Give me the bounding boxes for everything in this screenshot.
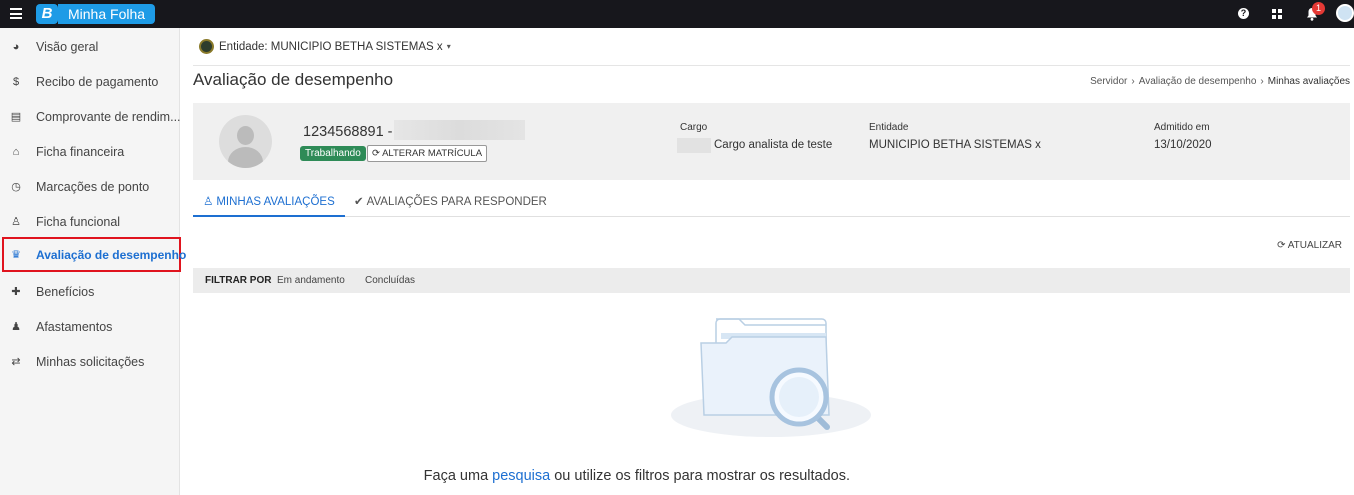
status-badge: Trabalhando <box>300 146 366 161</box>
exchange-icon: ⇄ <box>11 355 21 368</box>
trophy-icon: ♛ <box>11 248 21 261</box>
sidebar-item-afastamentos[interactable]: ♟ Afastamentos <box>0 309 180 344</box>
top-bar: B Minha Folha ? 1 <box>0 0 1354 28</box>
sidebar-item-label: Avaliação de desempenho <box>36 247 187 262</box>
sidebar-item-label: Ficha funcional <box>36 214 121 229</box>
page-title: Avaliação de desempenho <box>193 70 394 89</box>
sidebar-item-label: Minhas solicitações <box>36 354 145 369</box>
profile-card: 1234568891 - Trabalhando ⟳ ALTERAR MATRÍ… <box>193 103 1350 180</box>
sidebar-item-label: Benefícios <box>36 284 95 299</box>
breadcrumb-item[interactable]: Avaliação de desempenho <box>1139 76 1257 87</box>
sidebar-item-label: Afastamentos <box>36 319 113 334</box>
refresh-label: ATUALIZAR <box>1287 240 1342 251</box>
tab-minhas-avaliacoes[interactable]: ♙ MINHAS AVALIAÇÕES <box>193 188 345 217</box>
tabs: ♙ MINHAS AVALIAÇÕES ✔ AVALIAÇÕES PARA RESP… <box>193 188 1350 217</box>
help-icon[interactable]: ? <box>1238 8 1249 19</box>
empty-prefix: Faça uma <box>423 468 493 484</box>
sidebar-item-avaliacao[interactable]: ♛ Avaliação de desempenho <box>2 237 186 272</box>
user-icon: ♙ <box>11 215 21 228</box>
refresh-icon: ⟳ <box>372 148 380 159</box>
document-icon: ▤ <box>10 110 22 123</box>
sidebar-item-ficha-funcional[interactable]: ♙ Ficha funcional <box>0 204 180 239</box>
filter-label: FILTRAR POR <box>205 275 272 286</box>
profile-avatar <box>219 115 272 168</box>
empty-state-message: Faça uma pesquisa ou utilize os filtros … <box>193 468 850 484</box>
sidebar-item-ficha-financeira[interactable]: ⌂ Ficha financeira <box>0 134 180 169</box>
sidebar-item-solicitacoes[interactable]: ⇄ Minhas solicitações <box>0 344 180 379</box>
empty-suffix: ou utilize os filtros para mostrar os re… <box>550 468 850 484</box>
user-x-icon: ♟ <box>11 320 21 333</box>
cargo-value: Cargo analista de teste <box>714 139 833 151</box>
sidebar-item-marcacoes[interactable]: ◷ Marcações de ponto <box>0 169 180 204</box>
refresh-icon: ⟳ <box>1277 240 1286 251</box>
filter-em-andamento[interactable]: Em andamento <box>277 268 345 293</box>
redacted-cargo-code <box>677 138 711 153</box>
sidebar-item-beneficios[interactable]: ✚ Benefícios <box>0 274 180 309</box>
sidebar-item-label: Marcações de ponto <box>36 179 150 194</box>
alter-matricula-label: ALTERAR MATRÍCULA <box>382 148 483 159</box>
entidade-label: Entidade <box>869 122 909 133</box>
user-icon: ♙ <box>203 196 214 208</box>
check-icon: ✔ <box>354 196 364 208</box>
refresh-button[interactable]: ⟳ ATUALIZAR <box>1277 240 1342 251</box>
sidebar-item-visao-geral[interactable]: ◕ Visão geral <box>0 29 180 64</box>
admitido-label: Admitido em <box>1154 122 1210 133</box>
apps-grid-icon[interactable] <box>1272 9 1282 19</box>
cargo-label: Cargo <box>680 122 708 133</box>
sidebar-item-label: Recibo de pagamento <box>36 74 159 89</box>
chevron-down-icon: ▾ <box>446 42 451 51</box>
filter-concluidas[interactable]: Concluídas <box>365 268 415 293</box>
empty-folder-search-icon <box>671 318 871 437</box>
divider <box>193 65 1350 66</box>
pesquisa-link[interactable]: pesquisa <box>492 468 550 484</box>
notification-badge: 1 <box>1312 2 1325 15</box>
sidebar-item-recibo[interactable]: $ Recibo de pagamento <box>0 64 180 99</box>
bank-icon: ⌂ <box>12 145 20 158</box>
menu-icon[interactable] <box>10 8 22 19</box>
betha-logo: B <box>36 4 58 24</box>
chevron-right-icon: › <box>1131 76 1135 87</box>
redacted-name <box>394 120 525 140</box>
sidebar-item-label: Ficha financeira <box>36 144 125 159</box>
sidebar-item-label: Comprovante de rendim... <box>36 109 181 124</box>
gift-icon: ✚ <box>11 285 21 298</box>
admitido-value: 13/10/2020 <box>1154 139 1212 151</box>
entity-emblem-icon <box>199 39 214 54</box>
sidebar: ◕ Visão geral $ Recibo de pagamento ▤ Co… <box>0 28 186 495</box>
entity-label: Entidade: MUNICIPIO BETHA SISTEMAS x <box>219 40 443 53</box>
breadcrumb-item[interactable]: Servidor <box>1090 76 1127 87</box>
breadcrumb: Servidor › Avaliação de desempenho › Minhas … <box>1090 76 1350 87</box>
entity-selector[interactable]: Entidade: MUNICIPIO BETHA SISTEMAS x ▾ <box>199 39 451 54</box>
app-name[interactable]: Minha Folha <box>58 4 156 24</box>
chevron-right-icon: › <box>1260 76 1264 87</box>
user-avatar[interactable] <box>1336 4 1354 22</box>
tab-label: AVALIAÇÕES PARA RESPONDER <box>366 196 547 208</box>
tab-label: MINHAS AVALIAÇÕES <box>216 196 335 208</box>
alter-matricula-button[interactable]: ⟳ ALTERAR MATRÍCULA <box>367 145 488 162</box>
matricula-number: 1234568891 - <box>303 124 393 140</box>
sidebar-item-comprovante[interactable]: ▤ Comprovante de rendim... <box>0 99 181 134</box>
pie-chart-icon: ◕ <box>12 40 20 53</box>
breadcrumb-current: Minhas avaliações <box>1267 76 1350 87</box>
tab-avaliacoes-responder[interactable]: ✔ AVALIAÇÕES PARA RESPONDER <box>354 188 547 217</box>
clock-icon: ◷ <box>11 180 21 193</box>
sidebar-item-label: Visão geral <box>36 39 99 54</box>
dollar-icon: $ <box>12 75 20 88</box>
filter-bar: FILTRAR POR Em andamento Concluídas <box>193 268 1350 293</box>
entidade-value: MUNICIPIO BETHA SISTEMAS x <box>869 139 1041 151</box>
